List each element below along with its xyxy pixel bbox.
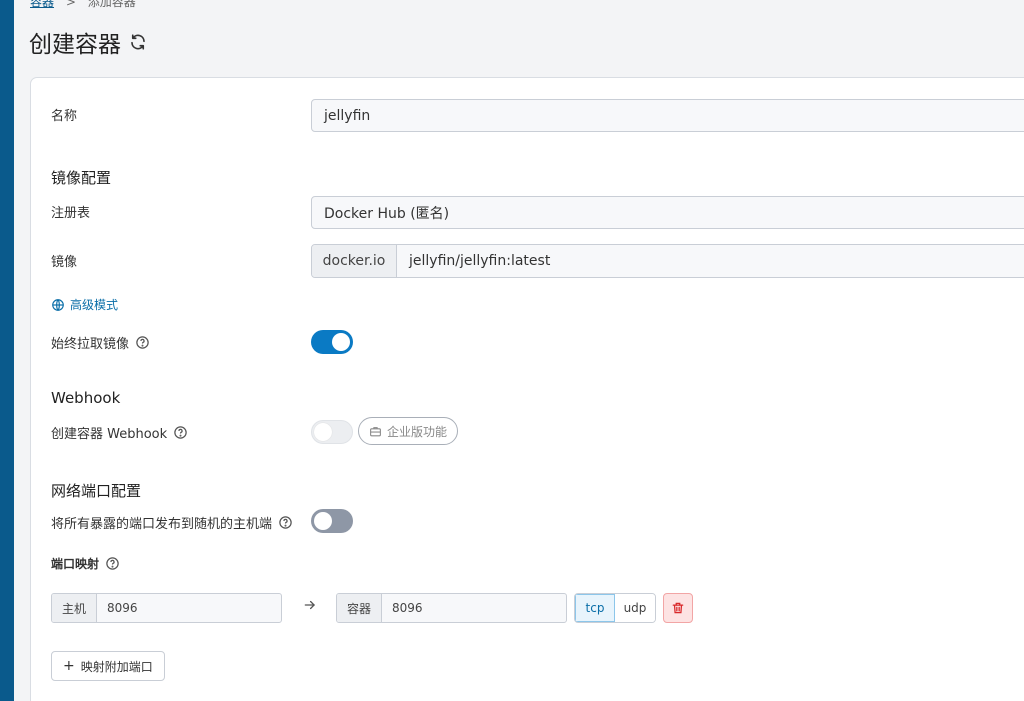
protocol-tcp-button[interactable]: tcp	[575, 594, 615, 622]
name-label: 名称	[51, 109, 78, 124]
breadcrumb: 容器 > 添加容器	[30, 0, 136, 10]
name-input[interactable]: jellyfin	[311, 99, 1024, 132]
trash-icon	[672, 602, 684, 614]
business-feature-badge: 企业版功能	[358, 417, 459, 445]
add-port-label: 映射附加端口	[80, 659, 153, 674]
webhook-label-row: 创建容器 Webhook	[51, 423, 188, 442]
container-port-prefix: 容器	[337, 594, 382, 622]
image-config-title: 镜像配置	[51, 169, 112, 187]
breadcrumb-separator: >	[65, 0, 76, 9]
help-icon[interactable]	[105, 556, 120, 571]
container-port-input[interactable]: 8096	[382, 594, 566, 622]
webhook-section-title: Webhook	[51, 389, 121, 407]
help-icon[interactable]	[278, 515, 293, 530]
toggle-knob	[314, 512, 332, 530]
publish-all-label: 将所有暴露的端口发布到随机的主机端	[51, 517, 273, 532]
business-badge-label: 企业版功能	[387, 424, 448, 439]
publish-all-label-row: 将所有暴露的端口发布到随机的主机端	[51, 513, 293, 532]
add-port-mapping-button[interactable]: + 映射附加端口	[51, 651, 165, 681]
publish-all-toggle[interactable]	[311, 509, 353, 533]
host-port-prefix: 主机	[52, 594, 97, 622]
registry-label: 注册表	[51, 206, 91, 221]
protocol-udp-button[interactable]: udp	[615, 594, 655, 622]
image-registry-prefix: docker.io	[312, 245, 397, 277]
page-title-row: 创建容器	[29, 25, 147, 59]
toggle-knob	[332, 333, 350, 351]
arrow-right-icon	[303, 598, 317, 616]
create-container-form: 名称 jellyfin 镜像配置 注册表 Docker Hub (匿名) 镜像 …	[30, 77, 1024, 701]
breadcrumb-link-containers[interactable]: 容器	[30, 0, 54, 9]
help-icon[interactable]	[173, 425, 188, 440]
host-port-group: 主机 8096	[51, 593, 282, 623]
always-pull-toggle[interactable]	[311, 330, 353, 354]
advanced-mode-label: 高级模式	[70, 298, 119, 312]
globe-icon	[52, 298, 64, 311]
always-pull-label: 始终拉取镜像	[51, 337, 130, 352]
plus-icon: +	[63, 658, 75, 674]
always-pull-label-row: 始终拉取镜像	[51, 333, 150, 352]
port-mapping-label: 端口映射	[51, 557, 100, 571]
registry-select[interactable]: Docker Hub (匿名)	[311, 196, 1024, 229]
image-label: 镜像	[51, 255, 78, 270]
protocol-selector: tcp udp	[574, 593, 656, 623]
page-title: 创建容器	[29, 32, 121, 58]
breadcrumb-current: 添加容器	[87, 0, 136, 9]
webhook-toggle[interactable]	[311, 420, 353, 444]
port-mapping-label-row: 端口映射	[51, 555, 120, 572]
advanced-mode-link[interactable]: 高级模式	[51, 296, 118, 313]
toggle-knob	[314, 423, 332, 441]
host-port-input[interactable]: 8096	[97, 594, 281, 622]
briefcase-icon	[370, 426, 381, 436]
webhook-label: 创建容器 Webhook	[51, 427, 168, 442]
refresh-icon[interactable]	[129, 33, 147, 51]
help-icon[interactable]	[135, 335, 150, 350]
sidebar-edge	[0, 0, 14, 701]
network-section-title: 网络端口配置	[51, 482, 142, 500]
image-input[interactable]: jellyfin/jellyfin:latest	[397, 245, 1024, 277]
remove-port-button[interactable]	[663, 593, 693, 623]
image-input-group: docker.io jellyfin/jellyfin:latest	[311, 244, 1024, 278]
container-port-group: 容器 8096	[336, 593, 567, 623]
